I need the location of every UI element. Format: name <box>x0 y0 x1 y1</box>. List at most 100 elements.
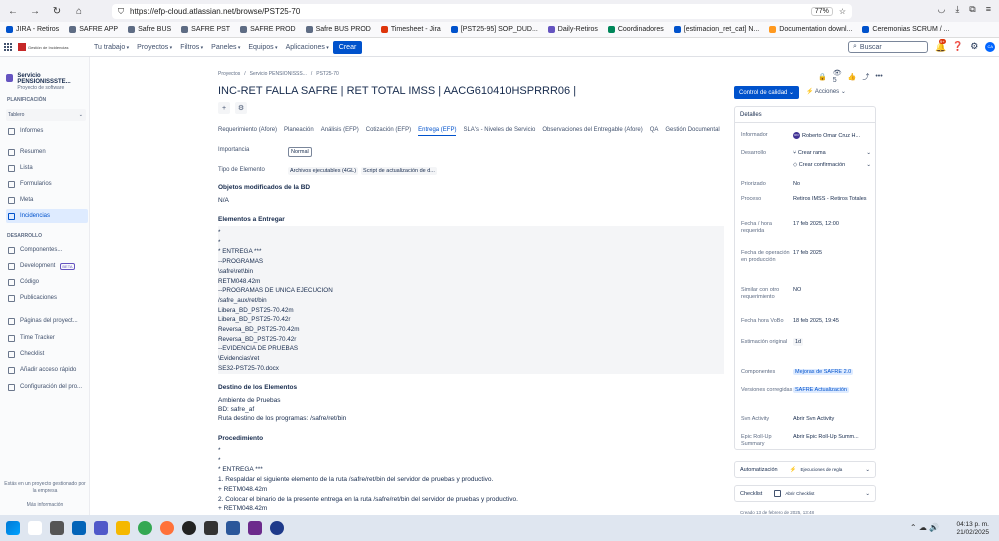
type-value-1[interactable]: Archivos ejecutables (4GL) <box>288 167 359 175</box>
forward-icon[interactable]: → <box>28 4 42 18</box>
top-menu-item[interactable]: Tu trabajo <box>94 44 129 51</box>
extensions-icon[interactable]: ⧉ <box>969 4 975 15</box>
destino-block[interactable]: Ambiente de Pruebas BD: safre_af Ruta dest… <box>218 396 346 423</box>
like-icon[interactable]: 👍 <box>848 73 857 81</box>
bookmark-item[interactable]: Timesheet - Jira <box>380 26 441 33</box>
issue-tab[interactable]: Requerimiento (Afore) <box>218 127 277 136</box>
checklist-panel[interactable]: Checklist Abrir Checklist ⌄ <box>734 485 876 502</box>
automation-panel[interactable]: Automatización ⚡ Ejecuciones de regla ⌄ <box>734 461 876 478</box>
sidebar-item[interactable]: Resumen <box>6 145 88 159</box>
download-icon[interactable]: ⤓ <box>955 4 959 15</box>
app-icon[interactable] <box>182 521 196 535</box>
sidebar-item[interactable]: Development BETA <box>6 259 88 273</box>
help-icon[interactable]: ❓ <box>952 41 963 52</box>
issue-tab[interactable]: Observaciones del Entregable (Afore) <box>542 127 642 136</box>
search-input[interactable]: ⌕ Buscar <box>848 41 928 53</box>
bookmark-item[interactable]: SAFRE PROD <box>240 26 296 33</box>
issue-tab[interactable]: Gestión Documental <box>665 127 719 136</box>
issue-tab[interactable]: QA <box>650 127 659 136</box>
task-view-icon[interactable] <box>50 521 64 535</box>
more-icon[interactable]: ••• <box>875 73 882 80</box>
sidebar-item[interactable]: Código <box>6 275 88 289</box>
firefox-icon[interactable] <box>160 521 174 535</box>
bookmark-item[interactable]: SAFRE PST <box>181 26 230 33</box>
create-button[interactable]: Crear <box>332 40 363 54</box>
issue-tab[interactable]: Entrega (EFP) <box>418 127 457 136</box>
app-switcher-icon[interactable] <box>4 42 13 52</box>
sidebar-item[interactable]: Checklist <box>6 347 88 361</box>
actions-button[interactable]: ⚡ Acciones ⌄ <box>806 88 846 95</box>
bookmark-item[interactable]: SAFRE APP <box>69 26 118 33</box>
sidebar-item[interactable]: Configuración del pro... <box>6 380 88 394</box>
bookmark-item[interactable]: Safre BUS <box>128 26 171 33</box>
top-menu-item[interactable]: Aplicaciones <box>286 44 329 51</box>
breadcrumb-item[interactable]: Servicio PENSIONISSS... <box>250 71 307 77</box>
bookmark-item[interactable]: Safre BUS PROD <box>305 26 371 33</box>
issue-tab[interactable]: SLA's - Niveles de Servicio <box>463 127 535 136</box>
teams-icon[interactable] <box>94 521 108 535</box>
status-button[interactable]: Control de calidad ⌄ <box>734 86 800 99</box>
notifications-icon[interactable]: 🔔 9+ <box>935 38 946 52</box>
sidebar-item[interactable]: Páginas del proyect... <box>6 314 88 328</box>
bookmark-item[interactable]: JIRA - Retiros <box>6 26 59 33</box>
terminal-icon[interactable] <box>204 521 218 535</box>
top-menu-item[interactable]: Filtros <box>180 44 203 51</box>
top-menu-item[interactable]: Paneles <box>211 44 240 51</box>
issue-title[interactable]: INC-RET FALLA SAFRE | RET TOTAL IMSS | A… <box>218 85 576 97</box>
add-icon[interactable]: + <box>218 102 230 114</box>
board-selector[interactable]: Tablero ⌄ <box>6 109 86 121</box>
outlook-icon[interactable] <box>72 521 86 535</box>
avatar[interactable]: CA <box>985 41 996 52</box>
bookmark-item[interactable]: [estimacion_ret_cat] N... <box>673 26 759 33</box>
sidebar-item[interactable]: Informes <box>6 124 88 138</box>
pocket-icon[interactable]: ◡ <box>937 4 945 15</box>
watch-icon[interactable]: 👁 5 <box>833 69 842 84</box>
issue-tab[interactable]: Análisis (EFP) <box>321 127 359 136</box>
sidebar-item[interactable]: Incidencias <box>6 209 88 223</box>
menu-icon[interactable]: ≡ <box>986 4 991 15</box>
chrome-icon[interactable] <box>138 521 152 535</box>
sidebar-item[interactable]: Formularios <box>6 177 88 191</box>
project-header[interactable]: Servicio PENSIONISSSTE... Proyecto de so… <box>6 73 89 91</box>
settings-icon[interactable]: ⚙ <box>970 41 978 52</box>
type-value-2[interactable]: Script de actualización de d... <box>361 167 437 175</box>
system-tray[interactable]: ⌃ ☁ 🔊 <box>910 523 939 532</box>
bookmark-item[interactable]: Documentation downl... <box>769 26 852 33</box>
url-bar[interactable]: ⛉ https://efp-cloud.atlassian.net/browse… <box>112 4 852 19</box>
bookmark-item[interactable]: [PST25-95] SOP_DUD... <box>450 26 538 33</box>
app2-icon[interactable] <box>248 521 262 535</box>
reload-icon[interactable]: ↻ <box>50 4 64 18</box>
elementos-block[interactable]: * * * ENTREGA *** --PROGRAMAS \safre\ret\bin… <box>218 226 724 374</box>
top-menu-item[interactable]: Proyectos <box>137 44 172 51</box>
top-menu-item[interactable]: Equipos <box>248 44 277 51</box>
sidebar-item[interactable]: Meta <box>6 193 88 207</box>
more-info-link[interactable]: Más información <box>4 502 86 509</box>
sidebar-item[interactable]: Time Tracker <box>6 331 88 345</box>
issue-tab[interactable]: Cotización (EFP) <box>366 127 411 136</box>
windows-start-icon[interactable] <box>6 521 20 535</box>
create-commit-link[interactable]: ◇ Crear confirmación ⌄ <box>793 162 871 169</box>
clock[interactable]: 04:13 p. m. 21/02/2025 <box>956 521 989 537</box>
bookmark-item[interactable]: Ceremonias SCRUM / ... <box>862 26 949 33</box>
app3-icon[interactable] <box>270 521 284 535</box>
star-icon[interactable]: ☆ <box>839 7 846 16</box>
search-icon[interactable] <box>28 521 42 535</box>
importance-value[interactable]: Normal <box>288 147 312 157</box>
breadcrumb-item[interactable]: PST25-70 <box>316 71 339 77</box>
bookmark-item[interactable]: Coordinadores <box>607 26 664 33</box>
home-icon[interactable]: ⌂ <box>72 4 86 18</box>
zoom-level[interactable]: 77% <box>810 7 833 16</box>
word-icon[interactable] <box>226 521 240 535</box>
folder-icon[interactable] <box>116 521 130 535</box>
sidebar-item[interactable]: Publicaciones <box>6 291 88 305</box>
sidebar-item[interactable]: Lista <box>6 161 88 175</box>
details-header[interactable]: Detalles <box>735 107 875 123</box>
lock-icon[interactable]: 🔒 <box>818 73 827 81</box>
share-icon[interactable]: ⤴ <box>862 72 869 82</box>
issue-tab[interactable]: Planeación <box>284 127 314 136</box>
bookmark-item[interactable]: Daily-Retiros <box>547 26 598 33</box>
breadcrumb-item[interactable]: Proyectos <box>218 71 240 77</box>
back-icon[interactable]: ← <box>6 4 20 18</box>
site-logo[interactable]: Gestión de Incidencias <box>18 42 78 52</box>
create-branch-link[interactable]: ⑂ Crear rama ⌄ <box>793 150 871 157</box>
